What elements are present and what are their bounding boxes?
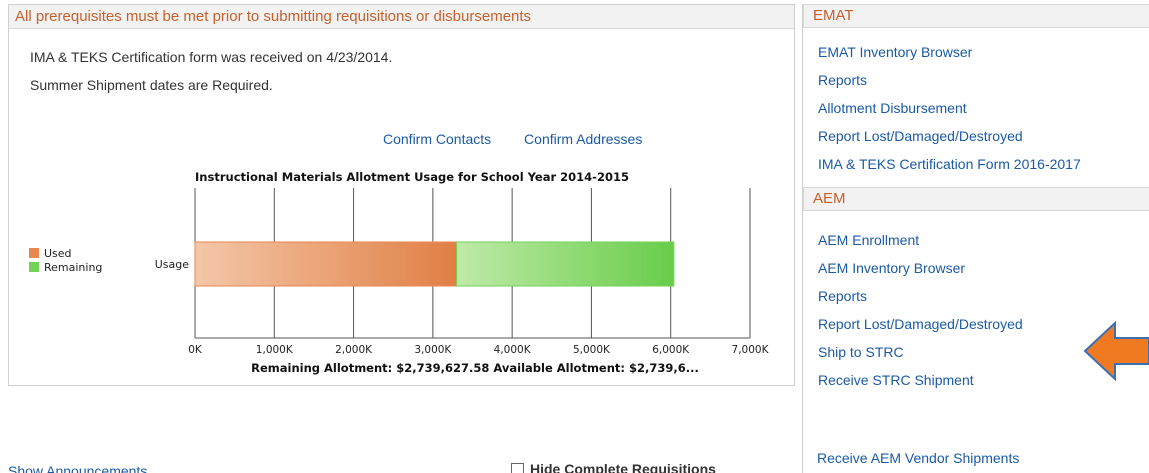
right-sidebar: EMAT EMAT Inventory Browser Reports Allo… (802, 4, 1149, 473)
bar-used (194, 241, 458, 287)
legend-swatch-used (29, 248, 39, 258)
confirm-addresses-link[interactable]: Confirm Addresses (524, 131, 642, 147)
ship-to-strc-link[interactable]: Ship to STRC (818, 338, 1023, 366)
shipment-notice: Summer Shipment dates are Required. (30, 77, 273, 93)
allotment-disbursement-link[interactable]: Allotment Disbursement (818, 94, 1081, 122)
allotment-chart: Instructional Materials Allotment Usage … (9, 161, 794, 385)
legend-swatch-remaining (29, 262, 39, 272)
aem-links: AEM Enrollment AEM Inventory Browser Rep… (818, 226, 1023, 394)
emat-header: EMAT (803, 4, 1149, 28)
prerequisites-header: All prerequisites must be met prior to s… (9, 5, 794, 29)
x-tick-label: 3,000K (414, 344, 452, 356)
x-tick-label: 6,000K (652, 344, 690, 356)
emat-reports-link[interactable]: Reports (818, 66, 1081, 94)
bar-remaining (456, 241, 675, 287)
legend-label: Used (44, 247, 72, 260)
receive-aem-vendor-shipments-link[interactable]: Receive AEM Vendor Shipments (817, 450, 1019, 466)
allotment-footer: Remaining Allotment: $2,739,627.58 Avail… (251, 361, 699, 375)
category-label: Usage (155, 258, 190, 271)
emat-links: EMAT Inventory Browser Reports Allotment… (818, 38, 1081, 178)
certification-form-link[interactable]: IMA & TEKS Certification Form 2016-2017 (818, 150, 1081, 178)
aem-enrollment-link[interactable]: AEM Enrollment (818, 226, 1023, 254)
chart-title: Instructional Materials Allotment Usage … (195, 170, 629, 184)
x-tick-label: 2,000K (335, 344, 373, 356)
receive-strc-shipment-link[interactable]: Receive STRC Shipment (818, 366, 1023, 394)
confirm-links: Confirm Contacts Confirm Addresses (383, 131, 671, 147)
x-tick-label: 5,000K (573, 344, 611, 356)
certification-notice: IMA & TEKS Certification form was receiv… (30, 49, 393, 65)
left-arrow-icon (1083, 321, 1149, 381)
allotment-chart-svg: Instructional Materials Allotment Usage … (29, 170, 770, 375)
show-announcements-link[interactable]: Show Announcements (8, 463, 147, 473)
aem-inventory-browser-link[interactable]: AEM Inventory Browser (818, 254, 1023, 282)
hide-complete-label: Hide Complete Requisitions (530, 461, 716, 473)
x-tick-label: 1,000K (256, 344, 294, 356)
aem-report-lost-link[interactable]: Report Lost/Damaged/Destroyed (818, 310, 1023, 338)
prerequisites-panel: All prerequisites must be met prior to s… (8, 4, 795, 386)
legend-label: Remaining (44, 261, 102, 274)
aem-header: AEM (803, 187, 1149, 211)
aem-reports-link[interactable]: Reports (818, 282, 1023, 310)
confirm-contacts-link[interactable]: Confirm Contacts (383, 131, 491, 147)
x-tick-label: 0K (188, 344, 203, 356)
x-tick-label: 7,000K (732, 344, 770, 356)
x-tick-label: 4,000K (494, 344, 532, 356)
emat-report-lost-link[interactable]: Report Lost/Damaged/Destroyed (818, 122, 1081, 150)
emat-inventory-browser-link[interactable]: EMAT Inventory Browser (818, 38, 1081, 66)
hide-complete-requisitions: Hide Complete Requisitions (511, 461, 716, 473)
hide-complete-checkbox[interactable] (511, 463, 524, 473)
